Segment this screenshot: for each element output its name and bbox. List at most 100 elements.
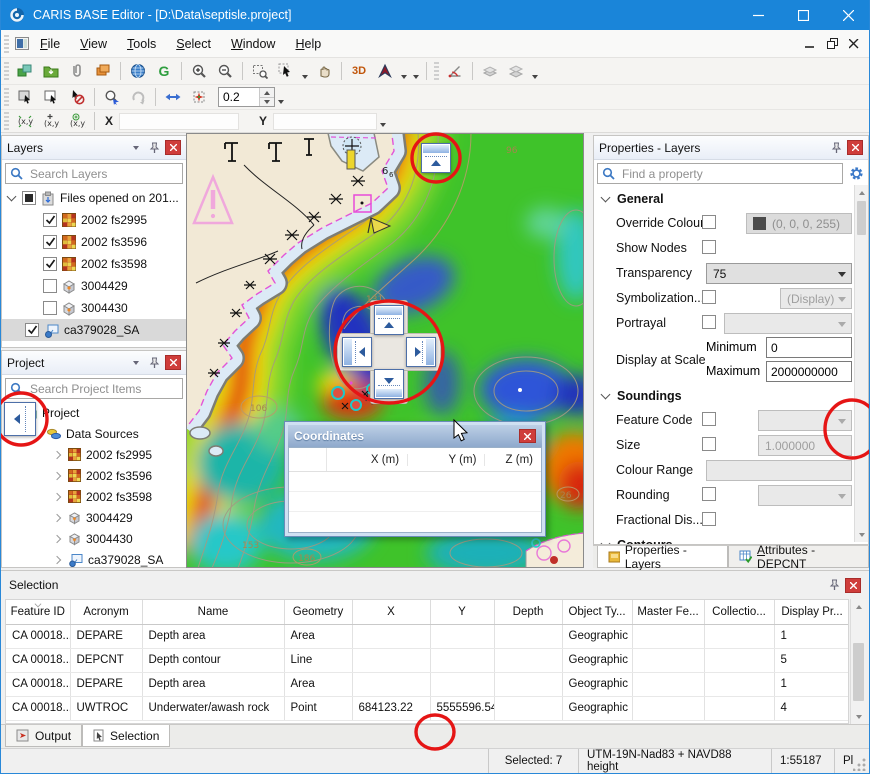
open-data-icon[interactable] — [12, 60, 38, 82]
project-tree-ca379028[interactable]: ca379028_SA — [2, 549, 186, 570]
show-nodes-checkbox[interactable] — [702, 240, 716, 254]
properties-pin-icon[interactable] — [828, 140, 844, 156]
toolbar1-overflow[interactable] — [413, 75, 419, 79]
attach-icon[interactable] — [64, 60, 90, 82]
coordinates-close-icon[interactable] — [519, 429, 536, 443]
dock-top-button[interactable] — [374, 305, 404, 335]
toolbar-grip-2[interactable] — [434, 62, 439, 80]
col-collection[interactable]: Collectio... — [704, 600, 774, 624]
table-row[interactable]: CA 00018...DEPAREDepth areaAreaGeographi… — [6, 672, 849, 696]
coordinates-title-bar[interactable]: Coordinates — [288, 425, 542, 447]
feature-code-checkbox[interactable] — [702, 412, 716, 426]
copy-folders-icon[interactable] — [90, 60, 116, 82]
project-search-input[interactable] — [28, 381, 178, 397]
layers-close-icon[interactable] — [165, 140, 181, 155]
col-feature-id[interactable]: Feature ID — [6, 600, 70, 624]
toolbar-grip[interactable] — [4, 62, 9, 80]
table-row[interactable]: CA 00018...UWTROCUnderwater/awash rockPo… — [6, 696, 849, 720]
clear-selection-icon[interactable] — [64, 86, 90, 108]
menu-view[interactable]: View — [70, 34, 117, 54]
checkbox-checked[interactable] — [43, 235, 57, 249]
zoom-out-icon[interactable] — [212, 60, 238, 82]
tolerance-up-button[interactable] — [260, 88, 274, 97]
tristate-checkbox[interactable] — [22, 191, 36, 205]
selection-pin-icon[interactable] — [826, 577, 842, 593]
col-display-priority[interactable]: Display Pr... — [774, 600, 849, 624]
fractional-checkbox[interactable] — [702, 512, 716, 526]
layers-tree-item-fs2995[interactable]: 2002 fs2995 — [2, 209, 186, 231]
zoom-in-icon[interactable] — [186, 60, 212, 82]
xy-move-icon[interactable]: (x,y) — [12, 110, 38, 132]
tolerance-down-button[interactable] — [260, 97, 274, 106]
layers-tree-item-fs3596[interactable]: 2002 fs3596 — [2, 231, 186, 253]
layers-tree-item-3004429[interactable]: 3004429 — [2, 275, 186, 297]
menu-file[interactable]: File — [30, 34, 70, 54]
measure-icon[interactable] — [442, 60, 468, 82]
checkbox-unchecked[interactable] — [43, 301, 57, 315]
tab-attributes-depcnt[interactable]: Attributes - DEPCNT — [728, 546, 869, 568]
override-colour-checkbox[interactable] — [702, 215, 716, 229]
selection-scrollbar[interactable] — [850, 599, 866, 724]
child-restore-button[interactable] — [821, 34, 843, 54]
properties-scrollbar[interactable] — [854, 185, 868, 542]
layers-menu-dropdown-icon[interactable] — [128, 140, 144, 156]
layers-search-input[interactable] — [28, 166, 178, 182]
project-tree-fs3598[interactable]: 2002 fs3598 — [2, 486, 186, 507]
view-3d-icon[interactable]: 3D — [346, 60, 372, 82]
menu-select[interactable]: Select — [166, 34, 221, 54]
select-by-area-icon[interactable] — [38, 86, 64, 108]
tab-selection[interactable]: Selection — [82, 725, 170, 747]
zoom-area-icon[interactable] — [247, 60, 273, 82]
layers-tree-item-files[interactable]: Files opened on 201... — [2, 187, 186, 209]
col-master-feature[interactable]: Master Fe... — [632, 600, 704, 624]
fit-width-icon[interactable] — [160, 86, 186, 108]
x-coordinate-field[interactable] — [119, 113, 239, 130]
project-tree-3004429[interactable]: 3004429 — [2, 507, 186, 528]
size-checkbox[interactable] — [702, 437, 716, 451]
menu-help[interactable]: Help — [285, 34, 331, 54]
checkbox-checked[interactable] — [43, 257, 57, 271]
select-by-rect-icon[interactable] — [12, 86, 38, 108]
menu-window[interactable]: Window — [221, 34, 285, 54]
layers-tree-item-3004430[interactable]: 3004430 — [2, 297, 186, 319]
layers-tree-item-ca379028[interactable]: ca379028_SA — [2, 319, 186, 341]
toolbar2-overflow[interactable] — [278, 100, 284, 104]
north-arrow-icon[interactable] — [372, 60, 398, 82]
maximum-input[interactable] — [767, 362, 851, 381]
menubar-grip[interactable] — [4, 35, 9, 53]
section-soundings[interactable]: Soundings — [594, 384, 868, 408]
col-object-type[interactable]: Object Ty... — [562, 600, 632, 624]
symbolization-checkbox[interactable] — [702, 290, 716, 304]
toolbar-measure-overflow[interactable] — [532, 75, 538, 79]
checkbox-checked[interactable] — [43, 213, 57, 227]
close-button[interactable] — [826, 0, 870, 30]
menu-tools[interactable]: Tools — [117, 34, 166, 54]
dock-left-button[interactable] — [342, 337, 372, 367]
xy-target-icon[interactable]: (x,y) — [64, 110, 90, 132]
snap-tolerance-icon[interactable] — [186, 86, 212, 108]
layers-tree-item-fs3598[interactable]: 2002 fs3598 — [2, 253, 186, 275]
coordinates-window[interactable]: Coordinates X (m) Y (m) Z (m) — [284, 421, 546, 537]
project-menu-dropdown-icon[interactable] — [128, 355, 144, 371]
project-close-icon[interactable] — [165, 355, 181, 370]
toolbar2-grip[interactable] — [4, 88, 9, 106]
col-x[interactable]: X — [352, 600, 430, 624]
child-close-button[interactable] — [843, 34, 865, 54]
scroll-down-button[interactable] — [855, 527, 868, 542]
properties-close-icon[interactable] — [847, 140, 863, 155]
section-general[interactable]: General — [594, 187, 868, 211]
col-depth[interactable]: Depth — [494, 600, 562, 624]
minimum-input[interactable] — [767, 338, 851, 357]
import-icon[interactable] — [38, 60, 64, 82]
pan-icon[interactable] — [311, 60, 337, 82]
rounding-checkbox[interactable] — [702, 487, 716, 501]
col-geometry[interactable]: Geometry — [284, 600, 352, 624]
project-tree-3004430[interactable]: 3004430 — [2, 528, 186, 549]
y-coordinate-field[interactable] — [273, 113, 377, 130]
scroll-thumb[interactable] — [857, 201, 866, 235]
transparency-combo[interactable]: 75 — [706, 263, 852, 284]
select-tool-icon[interactable] — [273, 60, 299, 82]
dock-bottom-button[interactable] — [374, 369, 404, 399]
selection-close-icon[interactable] — [845, 578, 861, 593]
toolbar3-overflow[interactable] — [380, 123, 386, 127]
